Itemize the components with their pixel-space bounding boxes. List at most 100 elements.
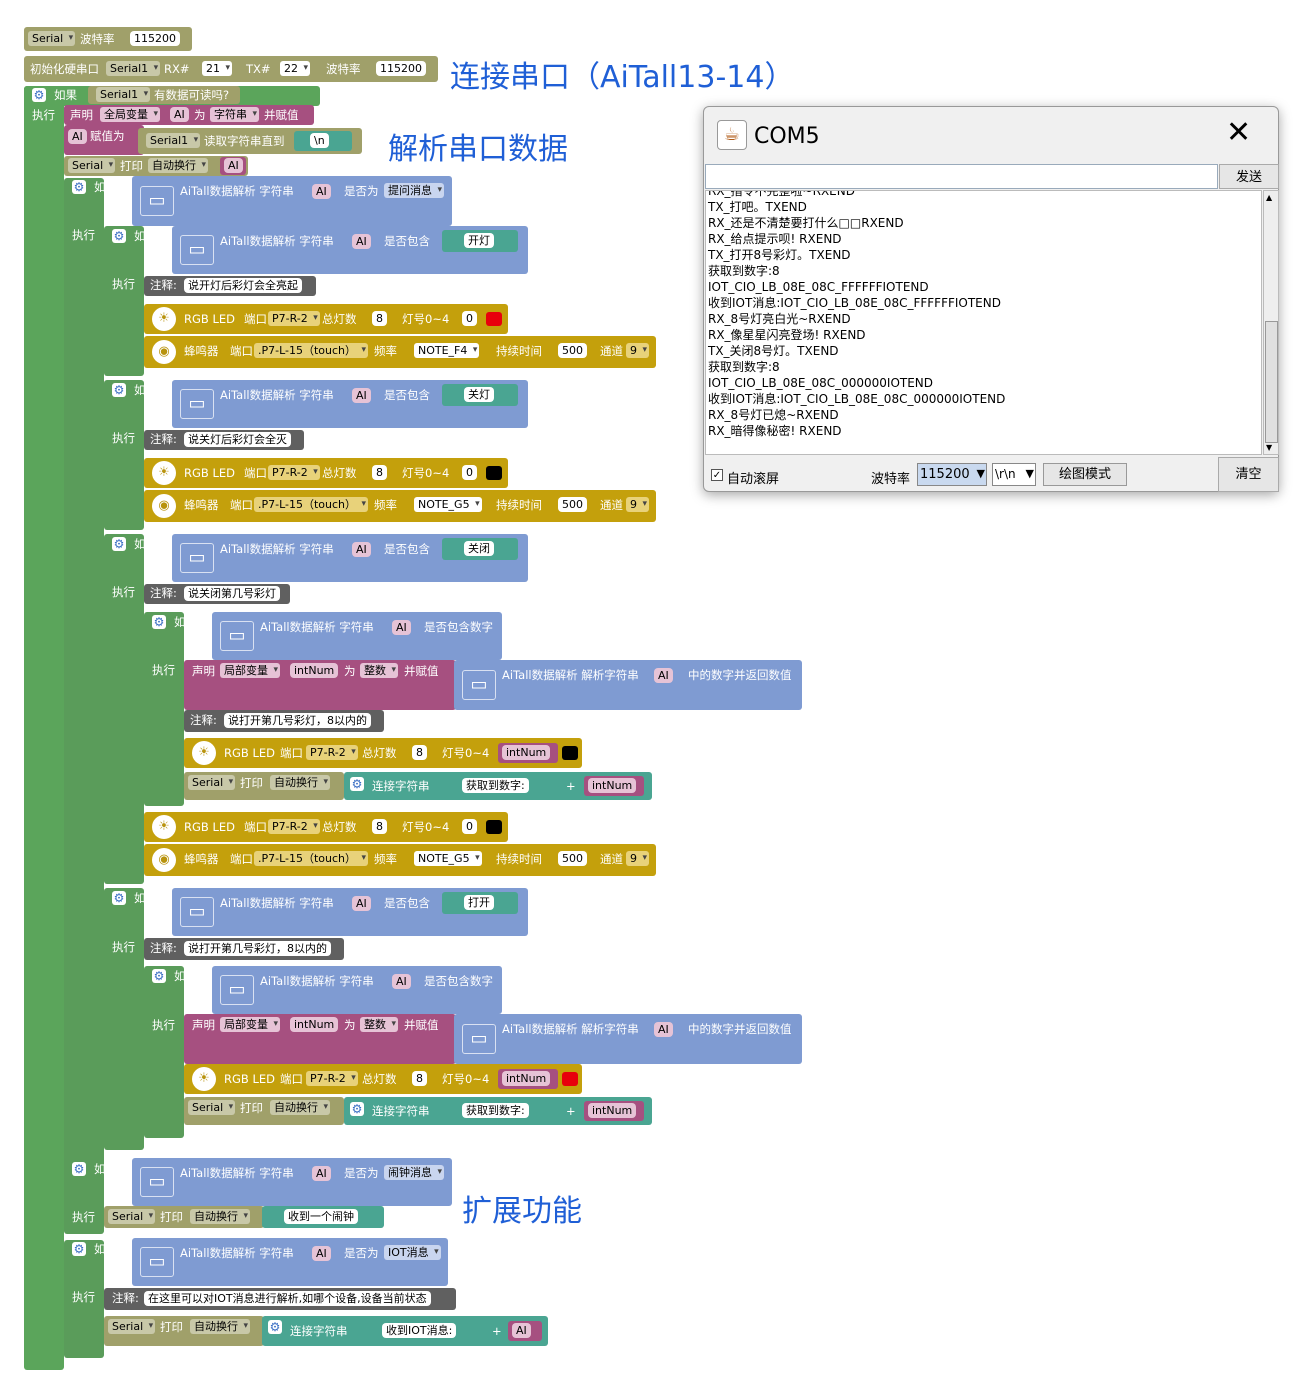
parse-contains-num-block[interactable]: ▭ AiTall数据解析 字符串 AI 是否包含数字 (212, 612, 502, 660)
declare-local-block[interactable]: 声明 局部变量 intNum 为 整数 并赋值 (184, 1014, 456, 1064)
var-ai[interactable]: AI (312, 184, 331, 199)
color-swatch[interactable] (562, 746, 578, 760)
newline-dropdown[interactable]: 自动换行 (270, 775, 330, 790)
serial-print-block[interactable]: Serial 打印 自动换行 (184, 1097, 344, 1125)
parse-iot-block[interactable]: ▭ AiTall数据解析 字符串 AI 是否为 IOT消息 (132, 1238, 448, 1286)
rgb-led-block[interactable]: ☀ RGB LED 端口 P7-R-2 总灯数 8 灯号0~4 0 (144, 304, 508, 334)
var-ai[interactable]: AI (392, 974, 411, 989)
color-swatch[interactable] (486, 312, 502, 326)
text-field[interactable]: 收到IOT消息: (382, 1323, 457, 1338)
port-dropdown[interactable]: P7-R-2 (306, 745, 358, 760)
newline-dropdown[interactable]: 自动换行 (270, 1100, 330, 1115)
serial-dropdown[interactable]: Serial (68, 158, 116, 173)
msg-type-dropdown[interactable]: IOT消息 (384, 1245, 441, 1260)
plot-mode-button[interactable]: 绘图模式 (1043, 463, 1127, 486)
comment-block[interactable]: 注释: 说关灯后彩灯会全灭 (144, 430, 304, 450)
parse-contains-num-block[interactable]: ▭ AiTall数据解析 字符串 AI 是否包含数字 (212, 966, 502, 1014)
rgb-led-intnum-block[interactable]: ☀ RGB LED 端口 P7-R-2 总灯数 8 灯号0~4 intNum (184, 1064, 582, 1094)
concat-block[interactable]: ⚙ 连接字符串 获取到数字: + intNum (344, 1097, 652, 1125)
newline-dropdown[interactable]: 自动换行 (190, 1319, 250, 1334)
send-button[interactable]: 发送 (1219, 164, 1279, 189)
has-data-block[interactable]: Serial1 有数据可读吗? (88, 86, 240, 104)
port-dropdown[interactable]: .P7-L-15（touch） (254, 851, 369, 866)
note-dropdown[interactable]: NOTE_G5 (414, 497, 482, 512)
note-text[interactable]: 说关闭第几号彩灯 (184, 586, 280, 601)
gear-icon[interactable]: ⚙ (152, 969, 166, 983)
autoscroll-checkbox[interactable]: ✓ (711, 469, 723, 481)
scope-dropdown[interactable]: 全局变量 (100, 107, 160, 122)
serial1-dropdown[interactable]: Serial1 (146, 133, 201, 148)
if-on-block[interactable] (104, 226, 144, 376)
if-block-outer[interactable] (24, 86, 64, 1370)
gear-icon[interactable]: ⚙ (72, 1162, 86, 1176)
var-ai[interactable]: AI (352, 542, 371, 557)
gear-icon[interactable]: ⚙ (268, 1320, 282, 1334)
channel-dropdown[interactable]: 9 (626, 851, 649, 866)
port-dropdown[interactable]: .P7-L-15（touch） (254, 497, 369, 512)
port-dropdown[interactable]: P7-R-2 (306, 1071, 358, 1086)
gear-icon[interactable]: ⚙ (112, 537, 126, 551)
scrollbar-thumb[interactable] (1265, 321, 1278, 443)
type-dropdown[interactable]: 整数 (360, 1017, 398, 1032)
var-ai[interactable]: AI (654, 668, 673, 683)
parse-on-block[interactable]: ▭ AiTall数据解析 字符串 AI 是否包含 开灯 (172, 226, 528, 274)
keyword-field[interactable]: 关闭 (464, 541, 494, 556)
keyword-field[interactable]: 开灯 (464, 233, 494, 248)
var-intnum[interactable]: intNum (502, 1071, 551, 1086)
type-dropdown[interactable]: 字符串 (210, 107, 259, 122)
var-ai[interactable]: AI (312, 1246, 331, 1261)
msg-type-dropdown[interactable]: 闹钟消息 (384, 1165, 444, 1180)
serial-dropdown[interactable]: Serial (188, 775, 236, 790)
keyword-field[interactable]: 关灯 (464, 387, 494, 402)
if-off-block[interactable] (104, 380, 144, 530)
close-icon[interactable]: ✕ (1226, 115, 1251, 150)
newline-dropdown[interactable]: 自动换行 (190, 1209, 250, 1224)
scroll-down-icon[interactable]: ▼ (1266, 443, 1272, 452)
note-text[interactable]: 说打开第几号彩灯，8以内的 (184, 941, 331, 956)
rgb-led-block[interactable]: ☀ RGB LED 端口 P7-R-2 总灯数 8 灯号0~4 0 (144, 458, 508, 488)
serial-print-block[interactable]: Serial 打印 自动换行 (184, 772, 344, 800)
text-field[interactable]: 获取到数字: (462, 778, 529, 793)
var-ai[interactable]: AI (392, 620, 411, 635)
serial1-dropdown[interactable]: Serial1 (96, 87, 151, 102)
note-dropdown[interactable]: NOTE_F4 (414, 343, 480, 358)
type-dropdown[interactable]: 整数 (360, 663, 398, 678)
gear-icon[interactable]: ⚙ (152, 615, 166, 629)
scope-dropdown[interactable]: 局部变量 (220, 663, 280, 678)
var-intnum[interactable]: intNum (290, 663, 339, 678)
serial-print-block[interactable]: Serial 打印 自动换行 (104, 1206, 264, 1228)
comment-block[interactable]: 注释: 说关闭第几号彩灯 (144, 584, 290, 604)
total-field[interactable]: 8 (372, 311, 387, 326)
gear-icon[interactable]: ⚙ (350, 1102, 364, 1116)
comment-block[interactable]: 注释: 说开灯后彩灯会全亮起 (144, 276, 316, 296)
gear-icon[interactable]: ⚙ (72, 180, 86, 194)
note-dropdown[interactable]: NOTE_G5 (414, 851, 482, 866)
note-text[interactable]: 说打开第几号彩灯，8以内的 (224, 713, 371, 728)
serial-print-block[interactable]: Serial 打印 自动换行 (104, 1316, 264, 1346)
parse-open-block[interactable]: ▭ AiTall数据解析 字符串 AI 是否包含 打开 (172, 888, 528, 936)
comment-block[interactable]: 注释: 说打开第几号彩灯，8以内的 (144, 938, 344, 960)
lamp-field[interactable]: 0 (462, 311, 477, 326)
total-field[interactable]: 8 (372, 465, 387, 480)
serial-monitor-window[interactable]: ☕ COM5 ✕ 发送 RX_指令不完整啦~RXEND TX_打吧。TXEND RX… (703, 106, 1279, 492)
gear-icon[interactable]: ⚙ (112, 891, 126, 905)
rgb-led-intnum-block[interactable]: ☀ RGB LED 端口 P7-R-2 总灯数 8 灯号0~4 intNum (184, 738, 582, 768)
scope-dropdown[interactable]: 局部变量 (220, 1017, 280, 1032)
clear-button[interactable]: 清空 (1218, 457, 1279, 492)
rx-pin[interactable]: 21 (202, 61, 232, 76)
parse-num-block[interactable]: ▭ AiTall数据解析 解析字符串 AI 中的数字并返回数值 (454, 660, 802, 710)
serial-dropdown[interactable]: Serial (108, 1209, 156, 1224)
if-prompt-block[interactable] (64, 178, 104, 1178)
total-field[interactable]: 8 (412, 1071, 427, 1086)
buzzer-block[interactable]: ◉ 蜂鸣器 端口 .P7-L-15（touch） 频率 NOTE_G5 持续时间… (144, 490, 656, 522)
serial-dropdown[interactable]: Serial (188, 1100, 236, 1115)
port-dropdown[interactable]: P7-R-2 (268, 311, 320, 326)
buzzer-block[interactable]: ◉ 蜂鸣器 端口 .P7-L-15（touch） 频率 NOTE_F4 持续时间… (144, 336, 656, 368)
var-ai[interactable]: AI (312, 1166, 331, 1181)
declare-local-block[interactable]: 声明 局部变量 intNum 为 整数 并赋值 (184, 660, 456, 710)
color-swatch[interactable] (562, 1072, 578, 1086)
parse-prompt-block[interactable]: ▭ AiTall数据解析 字符串 AI 是否为 提问消息 (132, 176, 452, 226)
lamp-field[interactable]: 0 (462, 465, 477, 480)
serial-output[interactable]: RX_指令不完整啦~RXEND TX_打吧。TXEND RX_还是不清楚要打什么□□… (705, 190, 1262, 455)
msg-type-dropdown[interactable]: 提问消息 (384, 183, 444, 198)
